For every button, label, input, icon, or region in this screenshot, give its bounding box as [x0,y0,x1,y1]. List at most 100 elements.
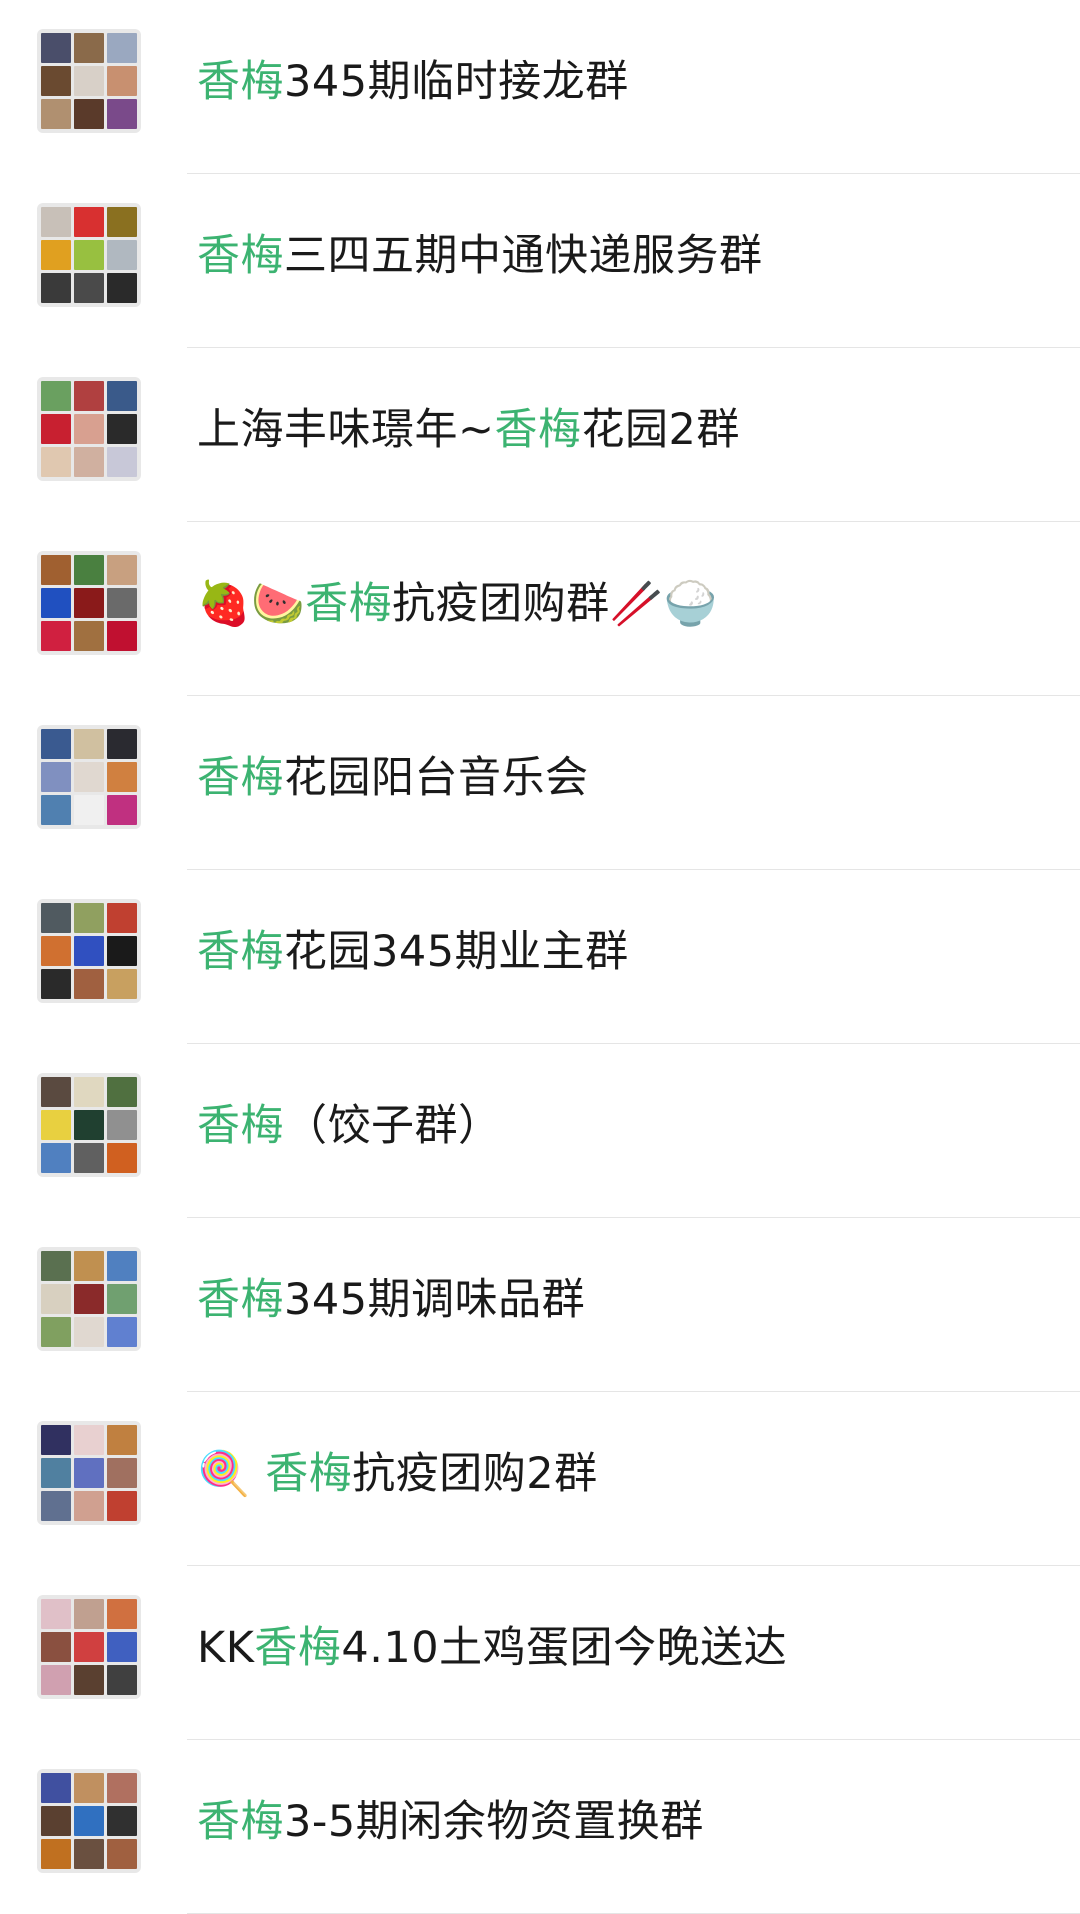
member-avatar-tile [74,99,104,129]
member-avatar-tile [107,1425,137,1455]
group-avatar [37,1769,141,1873]
member-avatar-tile [74,207,104,237]
member-avatar-tile [74,1251,104,1281]
member-avatar-tile [41,762,71,792]
group-chat-row[interactable]: 香梅3-5期闲余物资置换群 [0,1740,1080,1914]
search-highlight-text: 香梅 [494,405,582,455]
member-avatar-tile [41,414,71,444]
member-avatar-tile [74,588,104,618]
member-avatar-tile [74,1599,104,1629]
group-name-text: 345期调味品群 [284,1275,586,1325]
group-list: 香梅345期临时接龙群 香梅三四五期中通快递服务群 上海丰味璟年~香梅花园2群 🍓🍉香… [0,0,1080,1914]
group-chat-row[interactable]: 🍓🍉香梅抗疫团购群🥢🍚 [0,522,1080,696]
member-avatar-tile [41,1317,71,1347]
member-avatar-tile [41,273,71,303]
member-avatar-tile [41,1284,71,1314]
search-highlight-text: 香梅 [197,57,284,107]
group-avatar [37,725,141,829]
member-avatar-tile [107,1491,137,1521]
member-avatar-tile [74,381,104,411]
member-avatar-tile [74,762,104,792]
search-highlight-text: 香梅 [197,231,284,281]
group-chat-row[interactable]: KK香梅4.10土鸡蛋团今晚送达 [0,1566,1080,1740]
group-name: 香梅花园345期业主群 [197,922,629,982]
group-chat-row[interactable]: 香梅345期临时接龙群 [0,0,1080,174]
search-highlight-text: 香梅 [254,1623,342,1673]
member-avatar-tile [41,903,71,933]
member-avatar-tile [107,1458,137,1488]
member-avatar-tile [74,1665,104,1695]
member-avatar-tile [41,1077,71,1107]
member-avatar-tile [74,447,104,477]
group-name: 🍭 香梅抗疫团购2群 [197,1444,598,1504]
member-avatar-tile [74,795,104,825]
group-avatar [37,899,141,1003]
group-name: 香梅（饺子群） [197,1096,502,1156]
group-chat-row[interactable]: 香梅花园阳台音乐会 [0,696,1080,870]
member-avatar-tile [41,1110,71,1140]
member-avatar-tile [107,381,137,411]
member-avatar-tile [74,1317,104,1347]
group-name: 🍓🍉香梅抗疫团购群🥢🍚 [197,574,718,634]
member-avatar-tile [41,33,71,63]
member-avatar-tile [41,1839,71,1869]
member-avatar-tile [41,1773,71,1803]
member-avatar-tile [74,1458,104,1488]
search-highlight-text: 香梅 [305,579,393,629]
member-avatar-tile [74,66,104,96]
group-name-text: 三四五期中通快递服务群 [284,231,763,281]
member-avatar-tile [74,936,104,966]
member-avatar-tile [41,1632,71,1662]
group-avatar [37,551,141,655]
group-chat-row[interactable]: 香梅三四五期中通快递服务群 [0,174,1080,348]
group-name-text: 4.10土鸡蛋团今晚送达 [341,1623,788,1673]
member-avatar-tile [41,1491,71,1521]
member-avatar-tile [41,1425,71,1455]
search-highlight-text: 香梅 [197,1275,284,1325]
group-name-text: 花园2群 [581,405,740,455]
member-avatar-tile [74,1491,104,1521]
search-highlight-text: 香梅 [197,1797,284,1847]
search-highlight-text: 香梅 [197,753,284,803]
member-avatar-tile [41,1458,71,1488]
member-avatar-tile [41,66,71,96]
member-avatar-tile [107,936,137,966]
member-avatar-tile [107,1284,137,1314]
member-avatar-tile [107,1110,137,1140]
search-highlight-text: 香梅 [197,927,284,977]
member-avatar-tile [74,414,104,444]
member-avatar-tile [41,969,71,999]
search-highlight-text: 香梅 [265,1449,353,1499]
group-name-text: 抗疫团购2群 [352,1449,598,1499]
group-chat-row[interactable]: 香梅345期调味品群 [0,1218,1080,1392]
member-avatar-tile [107,1806,137,1836]
member-avatar-tile [74,969,104,999]
member-avatar-tile [107,99,137,129]
group-avatar [37,377,141,481]
member-avatar-tile [41,207,71,237]
member-avatar-tile [107,1251,137,1281]
group-chat-row[interactable]: 香梅（饺子群） [0,1044,1080,1218]
member-avatar-tile [107,555,137,585]
member-avatar-tile [107,969,137,999]
member-avatar-tile [107,1665,137,1695]
member-avatar-tile [107,414,137,444]
group-avatar [37,1421,141,1525]
member-avatar-tile [74,1425,104,1455]
member-avatar-tile [107,66,137,96]
member-avatar-tile [41,1599,71,1629]
member-avatar-tile [107,1077,137,1107]
member-avatar-tile [107,240,137,270]
group-chat-row[interactable]: 上海丰味璟年~香梅花园2群 [0,348,1080,522]
group-name-text: 花园345期业主群 [284,927,629,977]
member-avatar-tile [74,1284,104,1314]
member-avatar-tile [41,381,71,411]
group-name: 香梅三四五期中通快递服务群 [197,226,763,286]
member-avatar-tile [107,1599,137,1629]
group-chat-row[interactable]: 🍭 香梅抗疫团购2群 [0,1392,1080,1566]
member-avatar-tile [41,1143,71,1173]
member-avatar-tile [107,621,137,651]
member-avatar-tile [41,555,71,585]
group-chat-row[interactable]: 香梅花园345期业主群 [0,870,1080,1044]
member-avatar-tile [107,207,137,237]
